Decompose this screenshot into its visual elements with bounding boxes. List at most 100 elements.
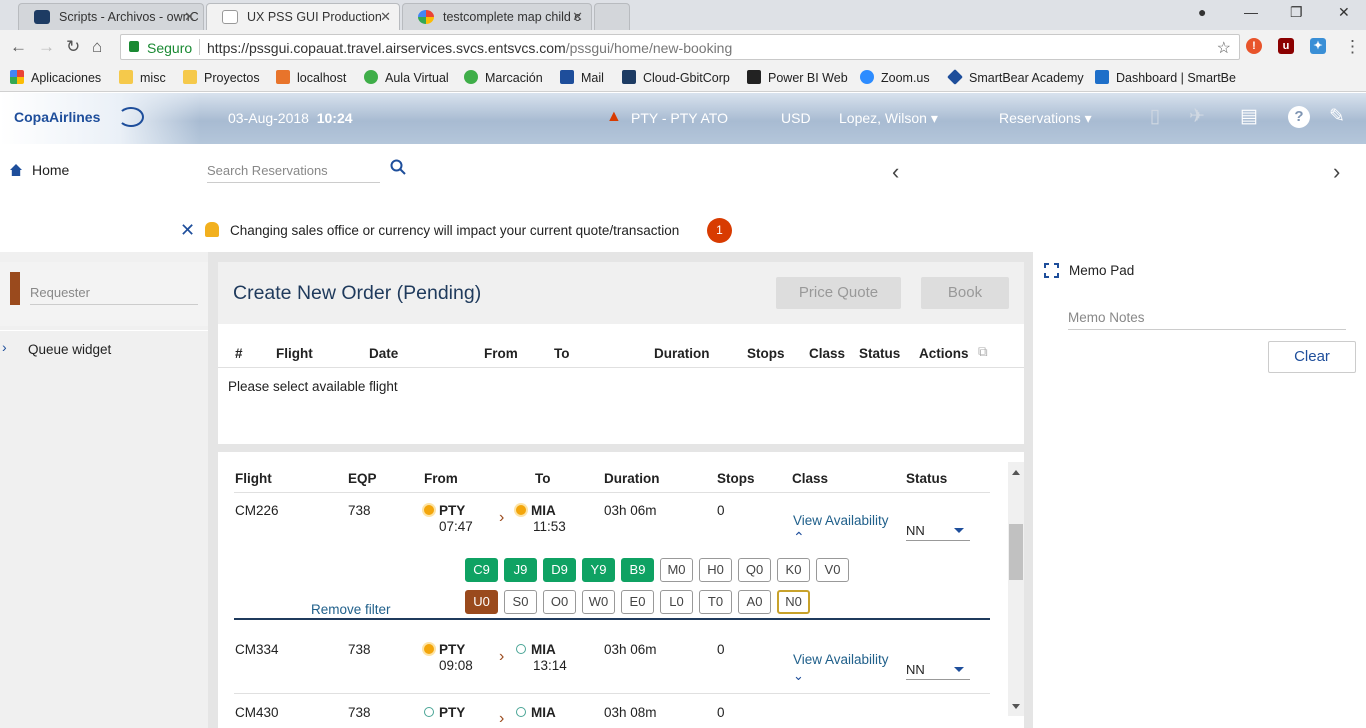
scrollbar[interactable] bbox=[1008, 462, 1024, 716]
booking-class-d9[interactable]: D9 bbox=[543, 558, 576, 582]
price-quote-button[interactable]: Price Quote bbox=[776, 277, 901, 309]
close-icon[interactable]: ✕ bbox=[572, 9, 583, 25]
browser-tab-pss[interactable]: UX PSS GUI Production ✕ bbox=[206, 3, 400, 31]
print-icon[interactable]: ▤ bbox=[1238, 106, 1260, 128]
bookmark-marcacion[interactable]: Marcación bbox=[464, 70, 543, 85]
departure-time: 07:47 bbox=[439, 519, 473, 534]
sales-office[interactable]: PTY - PTY ATO bbox=[631, 110, 728, 126]
booking-class-e0[interactable]: E0 bbox=[621, 590, 654, 614]
scroll-thumb[interactable] bbox=[1009, 524, 1023, 580]
bookmark-power-bi[interactable]: Power BI Web bbox=[747, 70, 848, 85]
booking-class-v0[interactable]: V0 bbox=[816, 558, 849, 582]
notification-count-badge[interactable]: 1 bbox=[707, 218, 732, 243]
booking-class-b9[interactable]: B9 bbox=[621, 558, 654, 582]
extension-icon[interactable]: ✦ bbox=[1310, 38, 1326, 54]
chevron-right-icon: › bbox=[2, 339, 7, 355]
extension-alert-icon[interactable]: ! bbox=[1246, 38, 1262, 54]
scroll-up-icon[interactable] bbox=[1012, 466, 1020, 475]
booking-class-l0[interactable]: L0 bbox=[660, 590, 693, 614]
home-link[interactable]: Home bbox=[10, 162, 69, 178]
view-availability-link[interactable]: View Availability ⌄ bbox=[793, 652, 893, 684]
reservations-menu[interactable]: Reservations ▾ bbox=[999, 110, 1092, 127]
chrome-menu-icon[interactable]: ⋮ bbox=[1344, 37, 1361, 57]
search-icon[interactable] bbox=[390, 159, 406, 175]
stops: 0 bbox=[717, 705, 725, 720]
booking-class-k0[interactable]: K0 bbox=[777, 558, 810, 582]
booking-class-s0[interactable]: S0 bbox=[504, 590, 537, 614]
document-icon[interactable]: ▯ bbox=[1144, 106, 1166, 128]
nav-bar: Home Search Reservations ‹ › bbox=[0, 144, 1366, 198]
close-icon[interactable]: ✕ bbox=[184, 9, 195, 25]
browser-tab-google[interactable]: testcomplete map child c ✕ bbox=[402, 3, 592, 30]
bookmark-mail[interactable]: Mail bbox=[560, 70, 604, 85]
url-field[interactable]: Seguro https://pssgui.copauat.travel.air… bbox=[120, 34, 1240, 60]
bookmark-proyectos[interactable]: Proyectos bbox=[183, 70, 260, 85]
close-icon[interactable]: ✕ bbox=[180, 220, 195, 241]
ublock-icon[interactable]: u bbox=[1278, 38, 1294, 54]
bookmark-misc[interactable]: misc bbox=[119, 70, 166, 85]
forward-icon[interactable]: → bbox=[38, 37, 55, 57]
book-button[interactable]: Book bbox=[921, 277, 1009, 309]
minimize-icon[interactable]: — bbox=[1244, 4, 1258, 20]
browser-tab-scripts[interactable]: Scripts - Archivos - ownC ✕ bbox=[18, 3, 204, 30]
profile-icon[interactable]: ● bbox=[1198, 4, 1206, 20]
expand-icon[interactable] bbox=[1044, 263, 1059, 278]
reload-icon[interactable]: ↻ bbox=[66, 37, 80, 57]
booking-class-t0[interactable]: T0 bbox=[699, 590, 732, 614]
next-arrow-icon[interactable]: › bbox=[1333, 159, 1340, 185]
page-title: Create New Order (Pending) bbox=[233, 282, 482, 304]
wrench-icon[interactable]: ✎ bbox=[1326, 106, 1348, 128]
sun-icon bbox=[516, 505, 526, 515]
previous-arrow-icon[interactable]: ‹ bbox=[892, 159, 899, 185]
view-availability-link[interactable]: View Availability ⌃ bbox=[793, 513, 893, 546]
booking-class-y9[interactable]: Y9 bbox=[582, 558, 615, 582]
duration: 03h 06m bbox=[604, 642, 657, 657]
memo-notes-input[interactable]: Memo Notes bbox=[1068, 310, 1346, 330]
search-input[interactable]: Search Reservations bbox=[207, 163, 380, 183]
clear-button[interactable]: Clear bbox=[1268, 341, 1356, 373]
remove-filter-link[interactable]: Remove filter bbox=[311, 602, 391, 617]
booking-class-c9[interactable]: C9 bbox=[465, 558, 498, 582]
bookmark-dashboard[interactable]: Dashboard | SmartBe bbox=[1095, 70, 1236, 85]
booking-class-j9[interactable]: J9 bbox=[504, 558, 537, 582]
booking-class-o0[interactable]: O0 bbox=[543, 590, 576, 614]
close-icon[interactable]: ✕ bbox=[380, 9, 391, 25]
bookmark-cloud-gbitcorp[interactable]: Cloud-GbitCorp bbox=[622, 70, 730, 85]
status-select[interactable]: NN bbox=[906, 523, 970, 541]
booking-class-n0[interactable]: N0 bbox=[777, 590, 810, 614]
fcol-stops: Stops bbox=[717, 471, 755, 486]
new-tab-button[interactable] bbox=[594, 3, 630, 30]
bookmark-star-icon[interactable]: ☆ bbox=[1217, 38, 1231, 58]
export-icon[interactable]: ⧉ bbox=[978, 344, 988, 360]
booking-class-a0[interactable]: A0 bbox=[738, 590, 771, 614]
back-icon[interactable]: ← bbox=[10, 37, 27, 57]
col-class: Class bbox=[809, 346, 846, 361]
bar-chart-icon bbox=[747, 70, 761, 84]
bookmark-zoom[interactable]: Zoom.us bbox=[860, 70, 930, 85]
user-menu[interactable]: Lopez, Wilson ▾ bbox=[839, 110, 938, 127]
booking-class-m0[interactable]: M0 bbox=[660, 558, 693, 582]
requester-input[interactable]: Requester bbox=[30, 285, 198, 305]
departure-time: 09:08 bbox=[439, 658, 473, 673]
scroll-down-icon[interactable] bbox=[1012, 704, 1020, 713]
booking-class-h0[interactable]: H0 bbox=[699, 558, 732, 582]
bookmark-localhost[interactable]: localhost bbox=[276, 70, 346, 85]
booking-class-w0[interactable]: W0 bbox=[582, 590, 615, 614]
arrival-time: 13:14 bbox=[533, 658, 567, 673]
queue-widget[interactable]: › Queue widget bbox=[0, 330, 208, 368]
col-date: Date bbox=[369, 346, 399, 361]
home-browser-icon[interactable]: ⌂ bbox=[92, 37, 102, 57]
status-select[interactable]: NN bbox=[906, 662, 970, 680]
booking-class-u0[interactable]: U0 bbox=[465, 590, 498, 614]
help-icon[interactable]: ? bbox=[1288, 106, 1310, 128]
stops: 0 bbox=[717, 503, 725, 518]
ticket-icon[interactable]: ✈ bbox=[1186, 106, 1208, 128]
maximize-icon[interactable]: ❐ bbox=[1290, 4, 1303, 21]
copa-logo[interactable]: CopaAirlines bbox=[0, 93, 200, 144]
window-close-icon[interactable]: ✕ bbox=[1338, 4, 1350, 21]
booking-class-q0[interactable]: Q0 bbox=[738, 558, 771, 582]
bookmark-aula-virtual[interactable]: Aula Virtual bbox=[364, 70, 449, 85]
currency[interactable]: USD bbox=[781, 110, 811, 126]
bookmark-apps[interactable]: Aplicaciones bbox=[10, 70, 101, 85]
bookmark-smartbear-academy[interactable]: SmartBear Academy bbox=[947, 69, 1084, 85]
